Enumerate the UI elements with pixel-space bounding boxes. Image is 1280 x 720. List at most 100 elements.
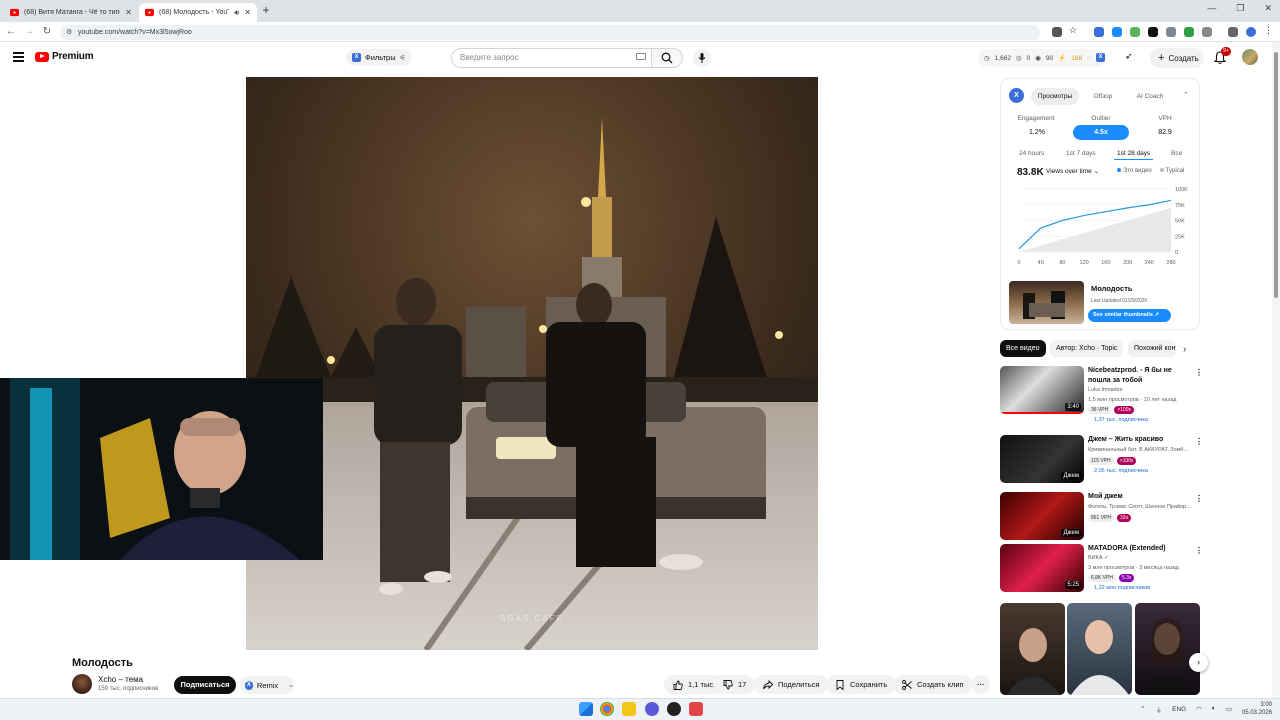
- extension-icon[interactable]: [1112, 27, 1122, 37]
- clock[interactable]: 3:00 05.03.2026: [1242, 701, 1272, 717]
- keyboard-icon[interactable]: [636, 53, 646, 60]
- chrome-icon[interactable]: [600, 702, 614, 716]
- list-item[interactable]: Джем Джем – Жить красиво Криминальный би…: [1000, 435, 1203, 485]
- range-all[interactable]: Все: [1168, 147, 1185, 160]
- channel-name[interactable]: Luka Imnadze: [1088, 387, 1200, 393]
- voice-search-button[interactable]: [693, 49, 711, 67]
- extension-icon[interactable]: [1130, 27, 1140, 37]
- video-title[interactable]: Мой джем: [1088, 492, 1192, 502]
- channel-name[interactable]: Криминальный бит, В АККУРАТ, Зомб...: [1088, 447, 1200, 453]
- chip-author[interactable]: Автор: Xcho · Topic: [1050, 340, 1124, 357]
- more-vert-icon[interactable]: ⋮: [1195, 494, 1203, 503]
- new-tab-button[interactable]: +: [259, 3, 273, 17]
- avatar[interactable]: [1242, 49, 1258, 65]
- more-vert-icon[interactable]: ⋮: [1195, 437, 1203, 446]
- range-24h[interactable]: 24 hours: [1016, 147, 1047, 160]
- subscribe-button[interactable]: Подписаться: [174, 676, 236, 694]
- close-window-icon[interactable]: ✕: [1264, 3, 1272, 14]
- site-info-icon[interactable]: ⚙: [66, 25, 72, 40]
- scrollbar-thumb[interactable]: [1274, 52, 1278, 298]
- folder-icon[interactable]: [622, 702, 636, 716]
- remix-button[interactable]: X Remix ⌄: [240, 676, 294, 694]
- chip-similar[interactable]: Похожий контент: [1128, 340, 1176, 357]
- list-item[interactable]: 3:40 Nicebeatzprod. - Я бы не пошла за т…: [1000, 366, 1203, 423]
- thumbnail[interactable]: 3:40: [1000, 366, 1084, 414]
- bookmark-star-icon[interactable]: ☆: [1069, 25, 1079, 35]
- list-item[interactable]: 5:25 MATADORA (Extended) ВИКА ✓ 3 млн пр…: [1000, 544, 1203, 594]
- clip-button[interactable]: Создать клип: [893, 675, 973, 694]
- chevron-down-icon[interactable]: ⌄: [288, 681, 294, 689]
- channel-avatar[interactable]: [72, 674, 92, 694]
- channel-name[interactable]: Фогель, Трэвис Скотт, Шеннон Прайор...: [1088, 504, 1200, 510]
- dislike-button[interactable]: 17: [714, 675, 756, 694]
- short-thumbnail[interactable]: [1067, 603, 1132, 695]
- tab-ai-coach[interactable]: AI Coach: [1127, 88, 1173, 105]
- wifi-icon[interactable]: ◠: [1196, 705, 1202, 713]
- video-title[interactable]: Джем – Жить красиво: [1088, 435, 1192, 445]
- extension-icon[interactable]: [1094, 27, 1104, 37]
- short-thumbnail[interactable]: [1135, 603, 1200, 695]
- list-item[interactable]: Джем Мой джем Фогель, Трэвис Скотт, Шенн…: [1000, 492, 1203, 540]
- youtube-logo[interactable]: Premium: [35, 51, 94, 62]
- chevron-right-icon[interactable]: ›: [1183, 344, 1186, 355]
- profile-icon[interactable]: [1246, 27, 1256, 37]
- forward-icon[interactable]: →: [23, 26, 35, 37]
- close-icon[interactable]: ✕: [125, 8, 132, 17]
- video-title[interactable]: Nicebeatzprod. - Я бы не пошла за тобой: [1088, 366, 1192, 386]
- thumbnail[interactable]: Джем: [1000, 492, 1084, 540]
- share-button[interactable]: Поделиться: [754, 675, 829, 694]
- back-icon[interactable]: ←: [5, 26, 17, 37]
- menu-icon[interactable]: [13, 52, 24, 64]
- app-icon[interactable]: [645, 702, 659, 716]
- cast-icon[interactable]: [1052, 27, 1062, 37]
- speaker-icon[interactable]: 🔊︎: [234, 8, 239, 18]
- minimize-icon[interactable]: —: [1207, 3, 1216, 14]
- tab-views[interactable]: Просмотры: [1031, 88, 1079, 105]
- tab-overview[interactable]: Обзор: [1083, 88, 1123, 105]
- short-thumbnail[interactable]: [1000, 603, 1065, 695]
- views-mode-select[interactable]: Views over time ⌄: [1046, 167, 1099, 175]
- range-28d[interactable]: 1st 28 days: [1114, 147, 1154, 160]
- thumbnail[interactable]: Джем: [1000, 435, 1084, 483]
- search-button[interactable]: [652, 48, 683, 68]
- browser-tab-2[interactable]: (68) Молодость - YouTube 🔊︎ ✕: [139, 3, 257, 22]
- reload-icon[interactable]: ↻: [41, 26, 53, 37]
- more-actions-button[interactable]: ···: [972, 675, 990, 694]
- save-button[interactable]: Сохранить: [826, 675, 897, 694]
- range-7d[interactable]: 1st 7 days: [1063, 147, 1099, 160]
- extension-icon[interactable]: [1184, 27, 1194, 37]
- rocket-icon[interactable]: ➶: [1125, 51, 1133, 62]
- sidebar-icon[interactable]: [1228, 27, 1238, 37]
- app-icon[interactable]: [667, 702, 681, 716]
- video-title[interactable]: MATADORA (Extended): [1088, 544, 1192, 554]
- volume-icon[interactable]: 🔈︎: [1212, 705, 1216, 713]
- close-icon[interactable]: ✕: [244, 8, 251, 17]
- browser-tab-1[interactable]: (68) Витя Матанга - Чё то типо ✕: [4, 3, 138, 22]
- extension-stats-bar[interactable]: ◷1,662 ◎0 ◉90 ⚡168 ◌5: [978, 49, 1106, 67]
- create-button[interactable]: + Создать: [1150, 48, 1204, 68]
- chevron-up-icon[interactable]: ⌃: [1140, 705, 1145, 713]
- filters-button[interactable]: X Фильтры ⚟: [346, 49, 412, 66]
- more-vert-icon[interactable]: ⋮: [1195, 546, 1203, 555]
- more-vert-icon[interactable]: ⋮: [1195, 368, 1203, 377]
- language-indicator[interactable]: ENG: [1172, 706, 1186, 713]
- network-icon[interactable]: ⏚: [1156, 704, 1163, 714]
- chip-all[interactable]: Все видео: [1000, 340, 1046, 357]
- collapse-icon[interactable]: ⌃: [1183, 91, 1189, 99]
- extension-icon[interactable]: [1166, 27, 1176, 37]
- similar-thumbnails-button[interactable]: See similar thumbnails ↗: [1088, 309, 1171, 322]
- chevron-right-icon[interactable]: ›: [1189, 653, 1208, 672]
- maximize-icon[interactable]: ❐: [1236, 3, 1244, 14]
- channel-name[interactable]: ВИКА ✓: [1088, 555, 1200, 561]
- channel-name[interactable]: Xcho – тема: [98, 675, 143, 684]
- app-icon[interactable]: [689, 702, 703, 716]
- search-input[interactable]: Введите запрос: [451, 48, 652, 68]
- extensions-puzzle-icon[interactable]: [1202, 27, 1212, 37]
- windows-start-icon[interactable]: [579, 702, 593, 716]
- extension-icon[interactable]: X: [1096, 53, 1105, 62]
- more-icon[interactable]: ⋮: [1264, 25, 1274, 35]
- video-player[interactable]: SGAS CAFE: [246, 77, 818, 650]
- url-field[interactable]: ⚙ youtube.com/watch?v=Mx3l5owjRoo: [60, 25, 1040, 40]
- battery-icon[interactable]: ▭: [1226, 705, 1232, 713]
- extension-icon[interactable]: [1148, 27, 1158, 37]
